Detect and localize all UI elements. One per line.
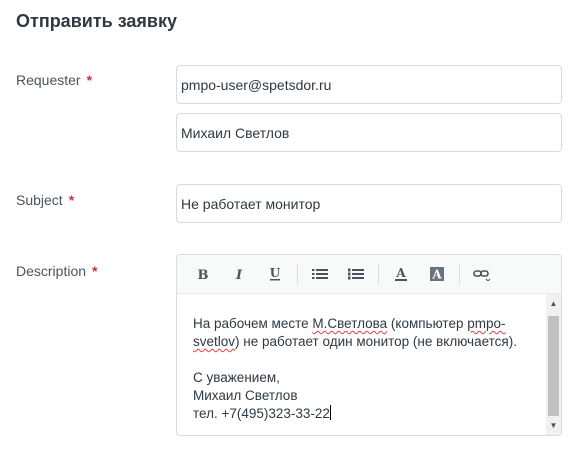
misspelled-word: М.Светлова [312,316,388,331]
italic-button[interactable]: I [221,259,257,289]
subject-field[interactable] [176,184,562,223]
underline-button[interactable]: U [257,259,293,289]
toolbar-separator [459,264,460,284]
requester-name-field[interactable] [176,113,562,152]
description-label-text: Description [16,263,87,279]
content-line: На рабочем месте М.Светлова (компьютер p… [193,315,537,333]
text-color-icon: A [395,266,407,281]
required-marker: * [68,192,75,208]
text-caret [329,405,331,420]
italic-icon: I [235,268,243,281]
misspelled-word: pmpo- [467,316,506,331]
subject-label-text: Subject [16,192,63,208]
signature-line: тел. +7(495)323-33-22 [193,405,537,423]
scrollbar-thumb[interactable] [548,316,559,416]
svg-text:B: B [198,268,209,281]
text-span: (компьютер [387,316,468,331]
required-marker: * [92,263,98,279]
bulleted-list-icon [312,269,328,279]
background-color-icon: A [430,267,444,281]
toolbar-separator [297,264,298,284]
editor-content[interactable]: На рабочем месте М.Светлова (компьютер p… [193,315,537,423]
subject-label: Subject * [16,192,74,208]
editor-toolbar: B I U A A [177,255,561,294]
bold-button[interactable]: B [185,259,221,289]
insert-link-button[interactable] [464,259,500,289]
underline-icon: U [270,266,281,281]
numbered-list-icon [348,268,364,280]
svg-text:I: I [235,268,243,281]
scroll-up-icon[interactable]: ▲ [546,296,561,311]
editor-scrollbar[interactable]: ▲ ▼ [546,294,561,435]
description-label: Description * [16,263,97,279]
description-editor[interactable]: B I U A A На рабочем месте М.Светлова (к… [176,254,562,436]
page-title: Отправить заявку [16,11,178,31]
misspelled-word: svetlov [193,334,236,349]
svg-text:A: A [395,266,406,280]
requester-label-text: Requester [16,72,81,88]
background-color-button[interactable]: A [419,259,455,289]
phone-text: тел. +7(495)323-33-22 [193,406,330,421]
requester-label: Requester * [16,72,92,88]
required-marker: * [86,72,93,88]
signature-line: Михаил Светлов [193,388,298,403]
scroll-down-icon[interactable]: ▼ [546,418,561,433]
bulleted-list-button[interactable] [302,259,338,289]
signature-line: С уважением, [193,370,280,385]
toolbar-separator [378,264,379,284]
requester-email-field[interactable] [176,65,562,104]
link-icon [473,270,491,281]
svg-text:A: A [431,268,442,282]
bold-icon: B [198,268,209,281]
text-color-button[interactable]: A [383,259,419,289]
svg-text:U: U [270,266,281,280]
numbered-list-button[interactable] [338,259,374,289]
content-line: svetlov) не работает один монитор (не вк… [193,333,537,351]
text-span: На рабочем месте [193,316,313,331]
text-span: ) не работает один монитор (не включаетс… [235,334,517,349]
